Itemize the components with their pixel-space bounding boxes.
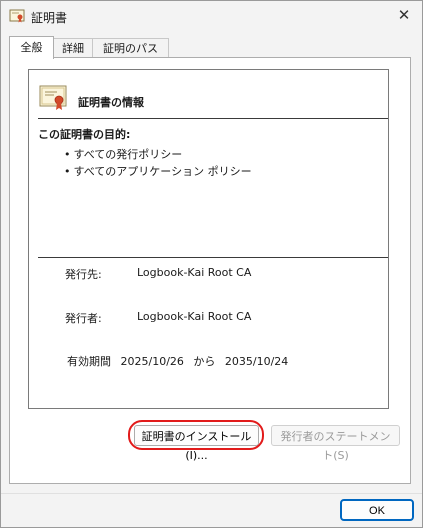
validity-row: 有効期間 2025/10/26 から 2035/10/24 [67, 353, 294, 369]
title-bar: 証明書 ✕ [1, 1, 422, 31]
purpose-heading: この証明書の目的: [38, 128, 131, 141]
tab-details[interactable]: 詳細 [52, 38, 94, 58]
issuer-statement-button: 発行者のステートメント(S) [271, 425, 400, 462]
validity-connector: から [193, 355, 216, 368]
issued-by-label: 発行者: [65, 312, 102, 325]
validity-label: 有効期間 [67, 355, 111, 368]
purpose-item: すべての発行ポリシー [64, 146, 252, 163]
window-title: 証明書 [31, 11, 68, 25]
certificate-icon [39, 85, 67, 110]
close-button[interactable]: ✕ [390, 3, 418, 27]
issued-to-label: 発行先: [65, 268, 102, 281]
close-icon: ✕ [397, 6, 411, 24]
valid-from: 2025/10/26 [120, 355, 184, 368]
tab-general[interactable]: 全般 [9, 36, 54, 59]
tab-certification-path[interactable]: 証明のパス [92, 38, 169, 58]
divider [38, 118, 388, 119]
issued-to-value: Logbook-Kai Root CA [137, 266, 252, 279]
ok-button[interactable]: OK [340, 499, 414, 521]
purpose-list: すべての発行ポリシー すべてのアプリケーション ポリシー [64, 146, 252, 180]
valid-to: 2035/10/24 [224, 355, 289, 368]
issued-by-value: Logbook-Kai Root CA [137, 310, 252, 323]
certificate-info-title: 証明書の情報 [78, 96, 144, 109]
certificate-icon [9, 9, 25, 23]
certificate-dialog: 証明書 ✕ 全般 詳細 証明のパス 証明書の情報 この証明書の目的: すべての発… [0, 0, 423, 528]
footer-divider [1, 493, 422, 494]
purpose-item: すべてのアプリケーション ポリシー [64, 163, 252, 180]
divider [38, 257, 388, 258]
highlight-annotation [128, 420, 264, 450]
